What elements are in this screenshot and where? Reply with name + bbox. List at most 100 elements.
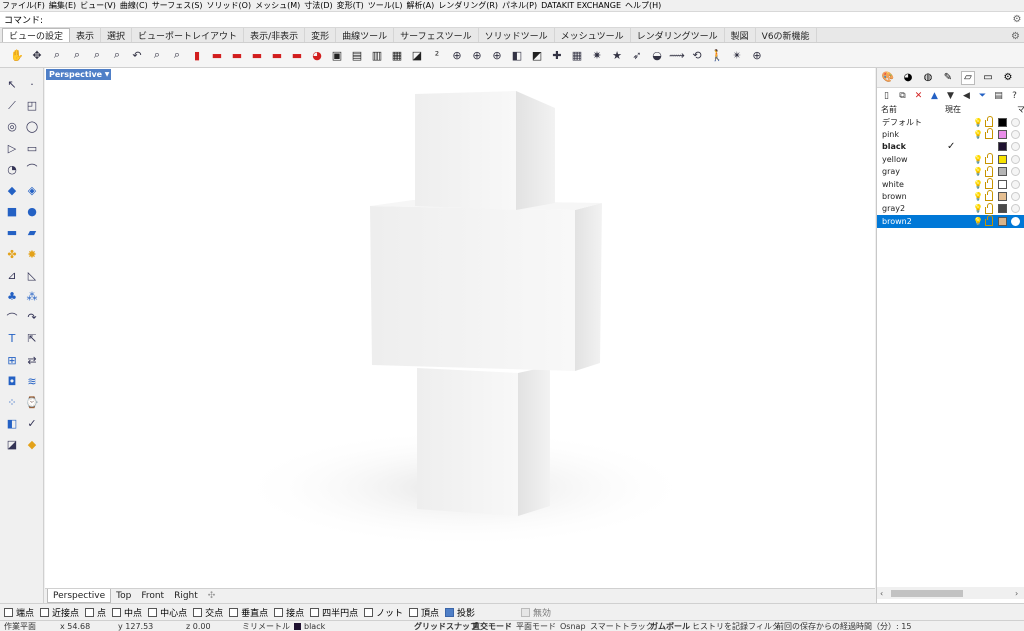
cplane-icon[interactable]: ▦ xyxy=(388,46,406,64)
material-circle[interactable] xyxy=(1011,179,1020,189)
material-circle[interactable] xyxy=(1011,167,1020,177)
move-up-icon[interactable]: ▲ xyxy=(929,90,940,102)
cylinder-icon[interactable]: ▬ xyxy=(2,222,22,243)
car-red-icon[interactable]: ▬ xyxy=(248,46,266,64)
checkbox[interactable] xyxy=(229,607,239,617)
tab-drafting[interactable]: 製図 xyxy=(725,28,756,42)
layer-color-swatch[interactable] xyxy=(998,154,1007,164)
lock-icon[interactable] xyxy=(985,165,993,177)
perspective-viewport[interactable]: Perspective ▼ xyxy=(45,68,875,588)
tab-view-settings[interactable]: ビューの設定 xyxy=(2,28,71,42)
status-cplane[interactable]: 作業平面 xyxy=(4,621,54,631)
menu-analyze[interactable]: 解析(A) xyxy=(406,0,434,11)
toggle-planar[interactable]: 平面モード xyxy=(516,621,560,631)
checkbox[interactable] xyxy=(4,607,13,617)
lock-icon[interactable] xyxy=(985,177,993,189)
osnap-project[interactable]: 投影 xyxy=(444,606,475,619)
material-circle[interactable] xyxy=(1011,154,1020,164)
osnap-end[interactable]: 端点 xyxy=(4,606,34,619)
zoom-window-icon[interactable]: ⌕ xyxy=(68,46,86,64)
tab-v6-new[interactable]: V6の新機能 xyxy=(756,28,817,42)
lightbulb-icon[interactable]: 💡 xyxy=(973,167,983,176)
tab-select[interactable]: 選択 xyxy=(101,28,133,42)
new-sublayer-icon[interactable]: ⧉ xyxy=(897,90,908,102)
osnap-knot[interactable]: ノット xyxy=(364,606,403,619)
layers-scrollbar[interactable]: ‹ › xyxy=(877,587,1024,599)
curve-icon[interactable]: ◰ xyxy=(22,95,42,116)
car-red-icon[interactable]: ▬ xyxy=(268,46,286,64)
lock-icon[interactable] xyxy=(985,153,993,165)
zoom-out-icon[interactable]: ⌕ xyxy=(168,46,186,64)
split-icon[interactable]: ◺ xyxy=(22,265,42,286)
layer-row[interactable]: yellow 💡 xyxy=(877,153,1024,165)
cplane-2-icon[interactable]: ² xyxy=(428,46,446,64)
arc-icon[interactable]: ◔ xyxy=(2,159,22,180)
layer-row[interactable]: gray 💡 xyxy=(877,165,1024,178)
current-check-icon[interactable]: ✓ xyxy=(947,141,955,152)
lightbulb-icon[interactable]: 💡 xyxy=(973,204,983,213)
delete-layer-icon[interactable]: ✕ xyxy=(913,90,924,102)
layer-row-selected[interactable]: brown2 💡 xyxy=(877,215,1024,228)
zoom-in-icon[interactable]: ⌕ xyxy=(148,46,166,64)
car-red-icon[interactable]: ▬ xyxy=(228,46,246,64)
spaceship-icon[interactable]: ⟿ xyxy=(668,46,686,64)
light-icon[interactable]: ✴ xyxy=(728,46,746,64)
named-view-icon[interactable]: ▤ xyxy=(348,46,366,64)
car-red-icon[interactable]: ◕ xyxy=(308,46,326,64)
viewtab-right[interactable]: Right xyxy=(169,589,203,603)
command-input[interactable] xyxy=(43,13,1010,26)
col-current[interactable]: 現在 xyxy=(945,104,961,115)
display-icon[interactable]: ▭ xyxy=(981,71,995,85)
box-solid-icon[interactable]: ■ xyxy=(2,201,22,222)
car-red-icon[interactable]: ▬ xyxy=(288,46,306,64)
text-icon[interactable]: T xyxy=(2,328,22,349)
layer-row[interactable]: white 💡 xyxy=(877,177,1024,190)
lightbulb-icon[interactable]: 💡 xyxy=(973,130,983,139)
material-circle[interactable] xyxy=(1011,130,1020,140)
group-icon[interactable]: ♣ xyxy=(2,286,22,307)
sphere-icon[interactable]: ● xyxy=(22,201,42,222)
checkbox-checked[interactable] xyxy=(444,607,454,617)
gear-icon[interactable]: ⚙ xyxy=(1001,71,1015,85)
zoom-icon[interactable]: ⌕ xyxy=(48,46,66,64)
gear-icon[interactable]: ⚙ xyxy=(1011,31,1024,42)
checkbox[interactable] xyxy=(85,607,95,617)
grid-array-icon[interactable]: ⁘ xyxy=(2,392,22,413)
undo-view-icon[interactable]: ↶ xyxy=(128,46,146,64)
osnap-disable[interactable]: 無効 xyxy=(521,606,551,619)
sun-icon[interactable]: ✷ xyxy=(588,46,606,64)
history-icon[interactable]: ⌚ xyxy=(22,392,42,413)
rotate-view-icon[interactable]: ✥ xyxy=(28,46,46,64)
gumball-icon[interactable]: ✚ xyxy=(548,46,566,64)
lightbulb-icon[interactable]: 💡 xyxy=(973,118,983,127)
point-icon[interactable]: · xyxy=(22,74,42,95)
add-viewport-icon[interactable]: ✣ xyxy=(203,589,221,603)
layers-folder-icon[interactable]: ▱ xyxy=(961,70,975,85)
scroll-left-icon[interactable]: ‹ xyxy=(880,589,883,598)
layer-page-icon[interactable]: ▤ xyxy=(993,90,1004,102)
osnap-point[interactable]: 点 xyxy=(85,606,106,619)
osnap-center[interactable]: 中心点 xyxy=(148,606,187,619)
curve-point-icon[interactable]: ⌒ xyxy=(22,159,42,180)
new-layer-icon[interactable]: ▯ xyxy=(881,90,892,102)
status-layer[interactable]: black xyxy=(294,622,414,631)
layer-row[interactable]: デフォルト 💡 xyxy=(877,116,1024,128)
cplane-object-icon[interactable]: ◧ xyxy=(508,46,526,64)
viewtab-perspective[interactable]: Perspective xyxy=(47,589,112,603)
select-arrow-icon[interactable]: ↖ xyxy=(2,74,22,95)
col-name[interactable]: 名前 xyxy=(881,104,897,115)
named-cplane-icon[interactable]: ▥ xyxy=(368,46,386,64)
target-icon[interactable]: ⊕ xyxy=(468,46,486,64)
lightbulb-icon[interactable]: 💡 xyxy=(973,180,983,189)
toggle-ortho[interactable]: 直交モード xyxy=(472,621,516,631)
menu-datakit[interactable]: DATAKIT EXCHANGE xyxy=(541,1,621,10)
move-down-icon[interactable]: ▼ xyxy=(945,90,956,102)
zoom-selected-icon[interactable]: ⌕ xyxy=(108,46,126,64)
fillet-icon[interactable]: ⌒ xyxy=(2,307,22,328)
star-icon[interactable]: ★ xyxy=(608,46,626,64)
osnap-vertex[interactable]: 頂点 xyxy=(408,606,439,619)
zoom-extents-icon[interactable]: ⌕ xyxy=(88,46,106,64)
help-icon[interactable]: ? xyxy=(1009,90,1020,102)
tab-transform[interactable]: 変形 xyxy=(305,28,337,42)
array-icon[interactable]: ⊞ xyxy=(2,349,22,370)
